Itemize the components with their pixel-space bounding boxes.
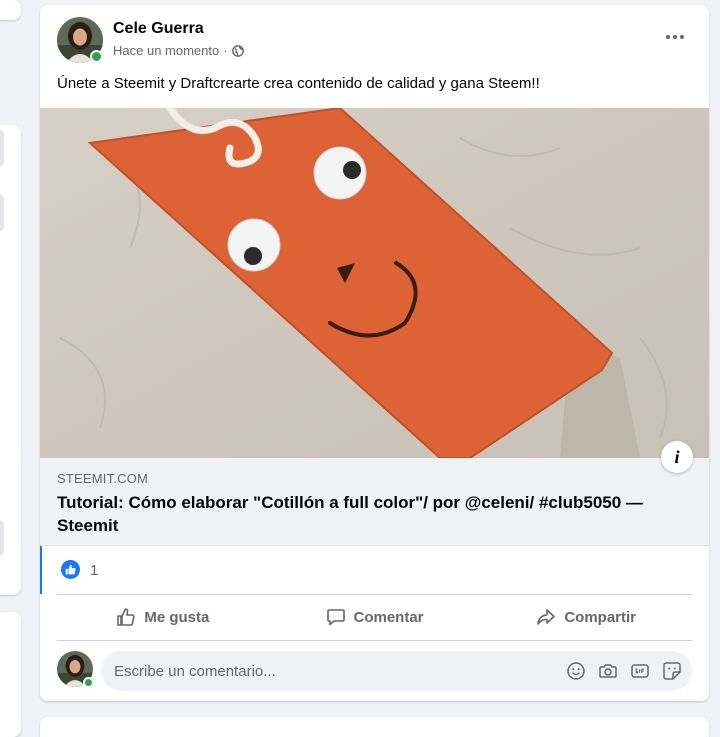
left-tab[interactable] [0, 195, 4, 231]
left-card [0, 612, 21, 737]
sticker-icon[interactable] [662, 661, 682, 681]
post-header: Cele Guerra Hace un momento · [57, 17, 693, 65]
post-meta: Hace un momento · [113, 43, 244, 58]
divider [57, 640, 692, 641]
link-preview[interactable]: STEEMIT.COM Tutorial: Cómo elaborar "Cot… [40, 458, 709, 546]
share-button[interactable]: Compartir [480, 595, 692, 639]
like-reaction-icon [61, 560, 80, 579]
thumbs-up-icon [117, 608, 135, 626]
comment-button[interactable]: Comentar [269, 595, 481, 639]
globe-icon[interactable] [231, 44, 244, 57]
next-post-card [40, 717, 709, 737]
more-options-icon[interactable] [661, 27, 689, 47]
reactions-bar[interactable]: 1 [40, 546, 709, 594]
reaction-count[interactable]: 1 [90, 562, 98, 579]
comment-composer [57, 651, 692, 691]
post-actions: Me gusta Comentar Compartir [57, 595, 692, 639]
post-timestamp[interactable]: Hace un momento [113, 43, 219, 58]
left-sidebar-edge [0, 0, 22, 737]
link-title[interactable]: Tutorial: Cómo elaborar "Cotillón a full… [57, 491, 687, 537]
emoji-icon[interactable] [566, 661, 586, 681]
share-icon [537, 609, 556, 625]
link-preview-image[interactable] [40, 108, 709, 458]
author-name[interactable]: Cele Guerra [113, 20, 204, 38]
comment-icon [326, 609, 345, 626]
online-status-dot [83, 677, 94, 688]
post-text: Únete a Steemit y Draftcrearte crea cont… [57, 75, 540, 92]
like-button-label: Me gusta [144, 608, 210, 626]
feed-post: Cele Guerra Hace un momento · Únete a St… [40, 5, 709, 701]
comment-tools [566, 661, 682, 681]
left-tab[interactable] [0, 130, 4, 166]
gif-icon[interactable] [630, 661, 650, 681]
online-status-dot [90, 50, 103, 63]
link-domain: STEEMIT.COM [57, 471, 149, 486]
camera-icon[interactable] [598, 661, 618, 681]
share-button-label: Compartir [564, 608, 637, 626]
left-card [0, 0, 21, 20]
meta-separator: · [223, 43, 228, 58]
info-icon[interactable]: i [661, 441, 693, 473]
left-tab[interactable] [0, 520, 4, 556]
like-button[interactable]: Me gusta [57, 595, 269, 639]
comment-button-label: Comentar [353, 608, 424, 626]
